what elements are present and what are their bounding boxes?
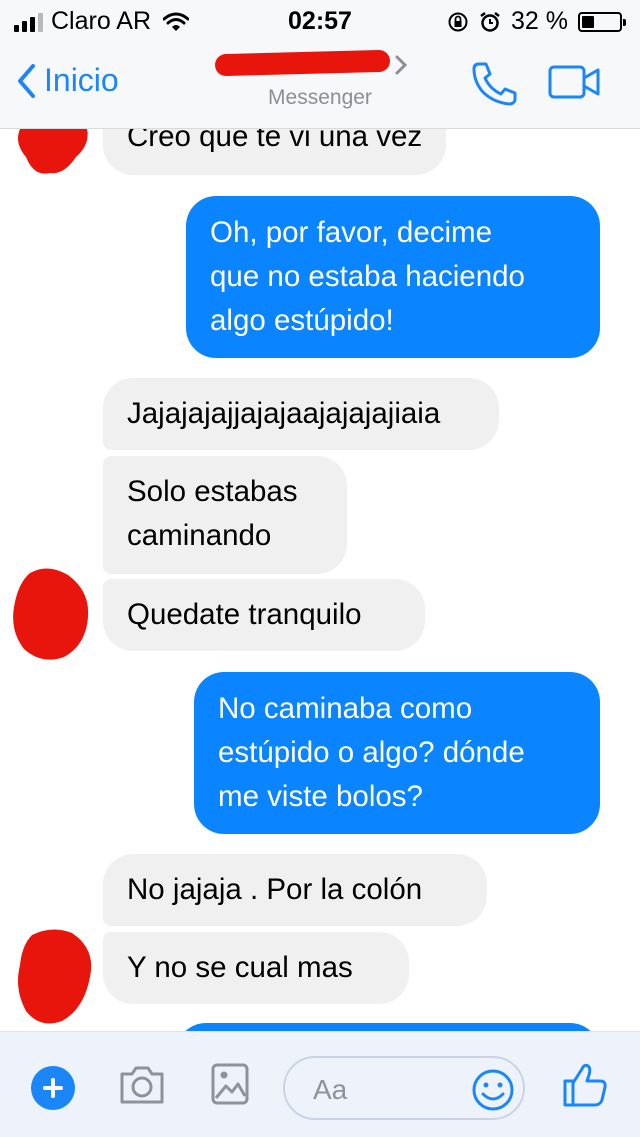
message-line: me viste bolos? — [218, 780, 423, 813]
message-line: caminando — [127, 519, 272, 552]
status-bar: Claro AR 02:57 32 % — [0, 0, 640, 42]
message-text: Creo que te vi una vez — [127, 129, 423, 153]
battery-percent: 32 % — [511, 7, 568, 35]
incoming-message[interactable]: Solo estabas caminando — [103, 456, 347, 574]
incoming-message[interactable]: Y no se cual mas — [103, 932, 409, 1004]
message-line: Oh, por favor, decime — [210, 216, 493, 249]
message-line: algo estúpido! — [210, 304, 394, 337]
message-text: Y no se cual mas — [127, 951, 353, 984]
contact-subtitle: Messenger — [268, 86, 372, 109]
gallery-icon[interactable] — [210, 1062, 250, 1106]
message-line: Solo estabas — [127, 475, 298, 508]
avatar-redaction — [13, 568, 89, 660]
outgoing-message[interactable]: Oh, por favor, decime que no estaba haci… — [186, 196, 600, 358]
avatar-redaction — [18, 929, 92, 1024]
camera-icon[interactable] — [118, 1064, 166, 1106]
contact-name-redaction[interactable] — [214, 49, 391, 77]
conversation-header: Inicio Messenger — [0, 42, 640, 129]
chevron-right-icon[interactable] — [394, 54, 408, 76]
incoming-message[interactable]: No jajaja . Por la colón — [103, 854, 487, 926]
incoming-message[interactable]: Creo que te vi una vez — [103, 129, 447, 175]
message-text: Quedate tranquilo — [127, 598, 362, 631]
video-call-icon[interactable] — [548, 64, 602, 100]
message-text: No jajaja . Por la colón — [127, 873, 423, 906]
message-input-field[interactable] — [283, 1056, 525, 1120]
outgoing-message-partial[interactable] — [176, 1023, 600, 1031]
message-list[interactable]: Creo que te vi una vez Oh, por favor, de… — [0, 129, 640, 1031]
composer-bar — [0, 1031, 640, 1137]
status-right: 32 % — [447, 7, 626, 36]
battery-icon — [578, 11, 626, 32]
message-line: que no estaba haciendo — [210, 260, 525, 293]
alarm-icon — [480, 11, 500, 32]
emoji-icon[interactable] — [471, 1068, 515, 1112]
like-icon[interactable] — [562, 1062, 608, 1108]
incoming-message[interactable]: Quedate tranquilo — [103, 579, 425, 651]
avatar-redaction — [18, 129, 88, 174]
message-line: estúpido o algo? dónde — [218, 736, 525, 769]
incoming-message[interactable]: Jajajajajjajajaajajajajiaia — [103, 378, 499, 450]
outgoing-message[interactable]: No caminaba como estúpido o algo? dónde … — [194, 672, 600, 834]
phone-call-icon[interactable] — [470, 60, 520, 106]
orientation-lock-icon — [448, 12, 468, 31]
plus-icon[interactable] — [31, 1066, 75, 1110]
message-input[interactable] — [311, 1070, 465, 1110]
message-line: No caminaba como — [218, 692, 473, 725]
message-text: Jajajajajjajajaajajajajiaia — [127, 397, 441, 430]
